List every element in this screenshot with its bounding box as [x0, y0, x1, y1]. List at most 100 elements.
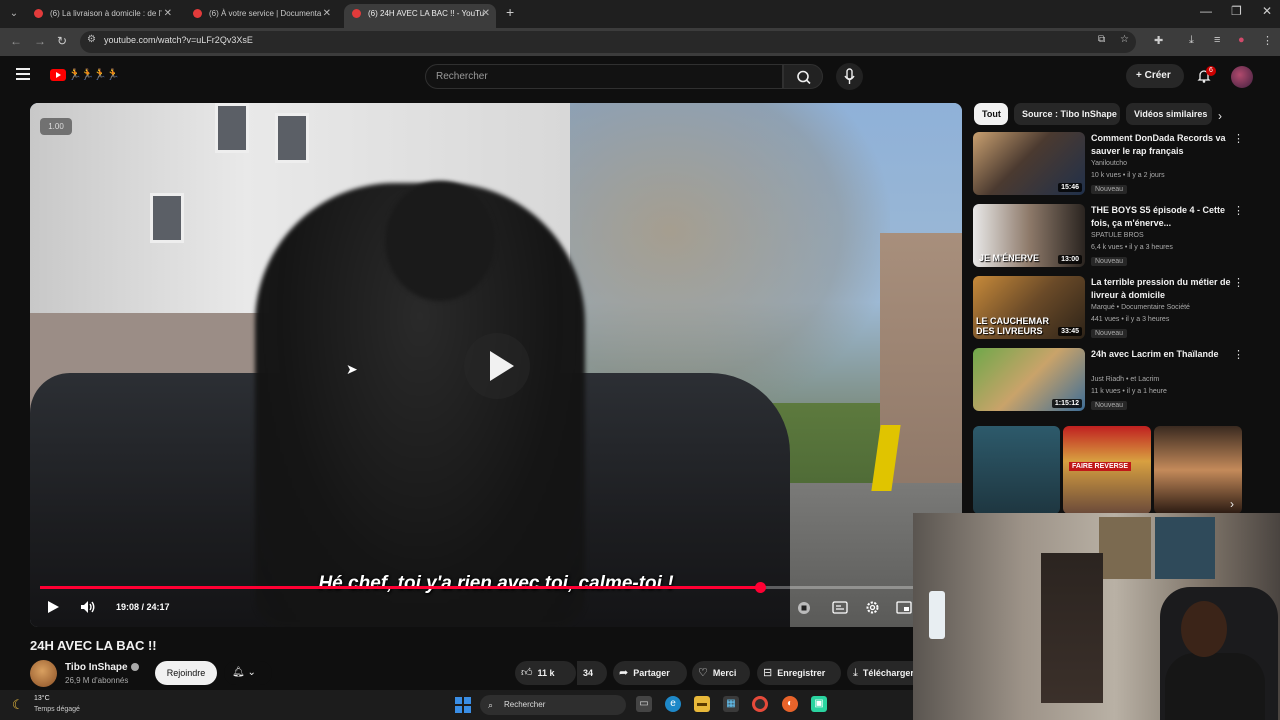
youtube-logo[interactable]	[50, 69, 66, 81]
save-button[interactable]: ⊟ Enregistrer	[757, 661, 841, 685]
account-avatar[interactable]	[1231, 66, 1253, 88]
wall-poster	[1155, 517, 1215, 579]
search-button[interactable]	[783, 64, 823, 89]
install-icon[interactable]: ⧉	[1098, 34, 1105, 45]
browser-menu-icon[interactable]: ⋮	[1262, 34, 1273, 47]
forward-icon[interactable]: →	[34, 34, 46, 48]
like-button[interactable]: 👍︎ 11 k	[515, 661, 576, 685]
reload-icon[interactable]: ↻	[57, 34, 67, 48]
volume-button[interactable]	[80, 600, 96, 617]
edge-browser-icon[interactable]: e	[665, 696, 681, 712]
recommendation-title[interactable]: La terrible pression du métier de livreu…	[1091, 276, 1231, 302]
search-input[interactable]: Rechercher	[425, 64, 783, 89]
weather-temperature[interactable]: 13°C	[34, 695, 50, 702]
verified-icon	[130, 663, 139, 672]
back-icon[interactable]: ←	[10, 34, 22, 48]
taskbar-search-label: Rechercher	[504, 700, 546, 709]
chevron-right-icon[interactable]: ›	[1230, 497, 1234, 511]
menu-icon[interactable]	[16, 68, 30, 80]
new-tab-icon[interactable]: +	[506, 4, 514, 20]
downloads-icon[interactable]: ⤓	[1189, 34, 1194, 47]
tab-title: (6) 24H AVEC LA BAC !! - YouTu	[368, 9, 485, 18]
recommendation-item[interactable]: JE M'ÉNERVE 13:00 THE BOYS S5 épisode 4 …	[973, 204, 1244, 270]
video-thumbnail[interactable]: LE CAUCHEMAR DES LIVREURS 33:45	[973, 276, 1085, 339]
miniplayer-button[interactable]	[896, 601, 912, 617]
progress-bar[interactable]	[40, 582, 952, 593]
comments-count[interactable]: 34	[577, 661, 607, 685]
autoplay-toggle[interactable]	[797, 601, 811, 618]
settings-button[interactable]	[865, 600, 880, 618]
more-options-icon[interactable]: ⋮	[1233, 276, 1244, 289]
site-info-icon[interactable]: ⚙	[87, 34, 96, 45]
close-tab-icon[interactable]: ✕	[323, 4, 331, 24]
video-thumbnail[interactable]: 1:15:12	[973, 348, 1085, 411]
recommendation-title[interactable]: 24h avec Lacrim en Thaïlande	[1091, 348, 1231, 361]
duration-badge: 1:15:12	[1051, 399, 1082, 408]
play-button[interactable]	[46, 600, 60, 617]
file-explorer-icon[interactable]: ▬	[694, 696, 710, 712]
recommendation-item[interactable]: 15:46 Comment DonDada Records va sauver …	[973, 132, 1244, 198]
app-icon[interactable]: ▣	[811, 696, 827, 712]
firefox-icon[interactable]: ◐	[782, 696, 798, 712]
shorts-thumbnail[interactable]	[973, 426, 1060, 514]
join-button[interactable]: Rejoindre	[155, 661, 217, 685]
more-options-icon[interactable]: ⋮	[1233, 348, 1244, 361]
chip-all[interactable]: Tout	[974, 103, 1008, 125]
shorts-thumbnail[interactable]: FAIRE REVERSE	[1063, 426, 1151, 514]
bookmark-icon: ⊟	[763, 667, 773, 679]
mouse-cursor-icon: ➤	[346, 361, 358, 377]
close-window-icon[interactable]: ✕	[1262, 4, 1272, 18]
recommendation-channel[interactable]: Yaniloutcho	[1091, 160, 1127, 167]
youtube-favicon-icon	[34, 9, 43, 18]
thanks-label: Merci	[712, 668, 737, 678]
subtitles-button[interactable]	[832, 601, 848, 617]
recommendation-item[interactable]: LE CAUCHEMAR DES LIVREURS 33:45 La terri…	[973, 276, 1244, 342]
browser-tab-2[interactable]: (6) À votre service | Documenta ✕	[185, 4, 337, 28]
extensions-icon[interactable]: ✚	[1154, 34, 1163, 47]
profile-icon[interactable]: ●	[1238, 34, 1245, 46]
close-tab-icon[interactable]: ✕	[164, 4, 172, 24]
store-icon[interactable]: ▦	[723, 696, 739, 712]
url-text: youtube.com/watch?v=uLFr2Qv3XsE	[104, 35, 253, 45]
recommendation-title[interactable]: Comment DonDada Records va sauver le rap…	[1091, 132, 1231, 158]
more-options-icon[interactable]: ⋮	[1233, 132, 1244, 145]
share-button[interactable]: ➦ Partager	[613, 661, 687, 685]
media-controls-icon[interactable]: ≡	[1214, 34, 1220, 46]
recommendation-title[interactable]: THE BOYS S5 épisode 4 - Cette fois, ça m…	[1091, 204, 1231, 230]
task-view-icon[interactable]: ▭	[636, 696, 652, 712]
browser-tab-1[interactable]: (6) La livraison à domicile : de l' ✕	[26, 4, 178, 28]
moon-weather-icon[interactable]: ☾	[12, 697, 24, 713]
recommendation-channel[interactable]: SPATULE BROS	[1091, 232, 1144, 239]
video-player[interactable]: 1.00 ➤ Hé chef, toi y'a rien avec toi, c…	[30, 103, 962, 627]
weather-description[interactable]: Temps dégagé	[34, 706, 80, 713]
logo-doodle[interactable]: 🏃🏃🏃🏃	[68, 68, 120, 81]
windows-start-icon[interactable]	[455, 697, 471, 713]
video-thumbnail[interactable]: 15:46	[973, 132, 1085, 195]
taskbar-search[interactable]: ⌕ Rechercher	[480, 695, 626, 715]
chip-source[interactable]: Source : Tibo InShape	[1014, 103, 1120, 125]
close-tab-icon[interactable]: ✕	[482, 4, 490, 24]
browser-tab-3-active[interactable]: (6) 24H AVEC LA BAC !! - YouTu ✕	[344, 4, 496, 28]
subscription-bell-button[interactable]: 🔔︎ ⌄	[224, 661, 272, 685]
big-play-button[interactable]	[464, 333, 530, 399]
shorts-thumbnail[interactable]	[1154, 426, 1242, 514]
recommendation-item[interactable]: 1:15:12 24h avec Lacrim en Thaïlande Jus…	[973, 348, 1244, 414]
channel-name[interactable]: Tibo InShape	[65, 662, 139, 673]
thanks-button[interactable]: ♡ Merci	[692, 661, 750, 685]
voice-search-button[interactable]	[836, 63, 863, 90]
chevron-right-icon[interactable]: ›	[1218, 109, 1222, 123]
channel-avatar[interactable]	[30, 660, 57, 687]
chip-similar[interactable]: Vidéos similaires	[1126, 103, 1212, 125]
chrome-icon[interactable]	[752, 696, 768, 712]
download-button[interactable]: ⤓ Télécharger	[847, 661, 913, 685]
more-options-icon[interactable]: ⋮	[1233, 204, 1244, 217]
bookmark-star-icon[interactable]: ☆	[1120, 34, 1129, 45]
tab-search-menu[interactable]: ⌄	[6, 6, 22, 22]
minimize-icon[interactable]: —	[1200, 4, 1212, 18]
address-bar[interactable]: ⚙ youtube.com/watch?v=uLFr2Qv3XsE ⧉ ☆	[80, 31, 1136, 53]
video-thumbnail[interactable]: JE M'ÉNERVE 13:00	[973, 204, 1085, 267]
recommendation-channel[interactable]: Marqué • Documentaire Société	[1091, 304, 1190, 311]
recommendation-channel[interactable]: Just Riadh • et Lacrim	[1091, 376, 1159, 383]
restore-icon[interactable]: ❐	[1231, 4, 1242, 18]
create-button[interactable]: + Créer	[1126, 64, 1184, 88]
